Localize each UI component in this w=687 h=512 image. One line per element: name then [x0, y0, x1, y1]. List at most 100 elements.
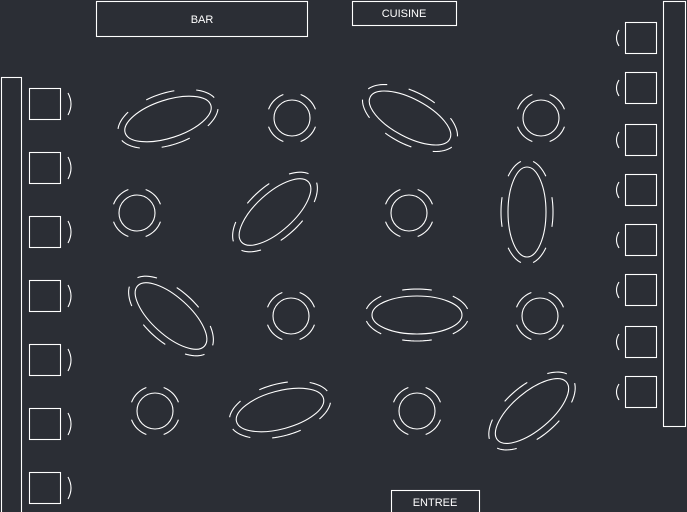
dining-table-14	[229, 381, 331, 439]
chair-arc	[385, 189, 401, 205]
chair-arc	[548, 292, 564, 308]
chair-arc	[384, 132, 412, 148]
chair-arc	[209, 325, 214, 346]
chair-arc	[615, 79, 620, 97]
chair-arc	[113, 189, 129, 205]
chair-arc	[507, 160, 522, 177]
table-top	[521, 297, 559, 335]
table-top	[235, 387, 325, 433]
chair-arc	[67, 476, 72, 500]
chair-arc	[551, 197, 554, 227]
kitchen-label: CUISINE	[382, 8, 427, 20]
chair-arc	[432, 146, 453, 153]
wall-table-left-4	[28, 279, 72, 313]
dining-table-9	[128, 275, 214, 357]
dining-table-10	[267, 292, 315, 340]
chair-arc	[300, 94, 316, 110]
chair-arc	[232, 221, 237, 242]
chair-arc	[549, 126, 565, 142]
kitchen: CUISINE	[351, 0, 458, 27]
table-top	[368, 90, 452, 146]
dining-table-15	[393, 387, 441, 435]
table-top	[136, 392, 174, 430]
chair-arc	[268, 94, 284, 110]
chair-arc	[417, 221, 433, 237]
table-top	[398, 392, 436, 430]
dining-table-2	[268, 94, 316, 142]
chair-arc	[272, 429, 301, 439]
chair-arc	[516, 292, 532, 308]
chair-arc	[571, 383, 576, 403]
right-bench	[662, 0, 687, 428]
chair-arc	[241, 249, 262, 253]
entrance: ENTREE	[390, 489, 481, 512]
chair-arc	[488, 419, 493, 439]
chair-arc	[402, 339, 432, 342]
wall-table-right-1	[615, 21, 658, 55]
table-top	[118, 194, 156, 232]
wall-table-right-6	[615, 273, 658, 307]
chair-arc	[259, 381, 288, 391]
dining-table-13	[131, 387, 179, 435]
bar-counter: BAR	[95, 0, 309, 38]
wall-table-left-2	[28, 151, 72, 185]
wall-table-left-7	[28, 471, 72, 505]
chair-arc	[229, 400, 241, 418]
chair-arc	[67, 348, 72, 372]
chair-arc	[299, 324, 315, 340]
chair-arc	[67, 412, 72, 436]
table-top	[494, 378, 570, 444]
table-top	[522, 99, 560, 137]
wall-table-left-5	[28, 343, 72, 377]
chair-arc	[408, 88, 436, 104]
chair-arc	[145, 189, 161, 205]
chair-arc	[452, 320, 469, 335]
chair-arc	[131, 387, 147, 403]
table-top	[134, 282, 208, 350]
wall-table-left-3	[28, 215, 72, 249]
dining-table-8	[500, 160, 554, 264]
chair-arc	[207, 109, 219, 127]
dining-table-4	[517, 94, 565, 142]
table-top	[273, 99, 311, 137]
chair-arc	[137, 275, 158, 279]
chair-arc	[548, 324, 564, 340]
chair-arc	[67, 156, 72, 180]
dining-table-3	[361, 83, 459, 153]
left-bench	[0, 76, 23, 512]
chair-arc	[425, 419, 441, 435]
chair-arc	[393, 387, 409, 403]
chair-arc	[67, 92, 72, 116]
dining-table-6	[232, 171, 318, 253]
chair-arc	[313, 182, 318, 203]
chair-arc	[176, 287, 200, 308]
chair-arc	[500, 197, 503, 227]
chair-arc	[549, 94, 565, 110]
chair-arc	[280, 220, 304, 241]
wall-table-right-4	[615, 173, 658, 207]
chair-arc	[507, 247, 522, 264]
chair-arc	[417, 189, 433, 205]
wall-table-right-5	[615, 223, 658, 257]
chair-arc	[319, 402, 331, 420]
wall-table-right-3	[615, 123, 658, 157]
chair-arc	[504, 381, 528, 402]
chair-arc	[184, 353, 205, 357]
chair-arc	[299, 292, 315, 308]
chair-arc	[536, 420, 560, 441]
chair-arc	[517, 94, 533, 110]
chair-arc	[393, 419, 409, 435]
chair-arc	[268, 126, 284, 142]
chair-arc	[385, 221, 401, 237]
table-top	[390, 194, 428, 232]
chair-arc	[300, 126, 316, 142]
dining-table-11	[365, 288, 469, 342]
dining-table-5	[113, 189, 161, 237]
chair-arc	[67, 220, 72, 244]
chair-arc	[496, 447, 517, 451]
bar-label: BAR	[191, 14, 214, 26]
wall-table-right-2	[615, 71, 658, 105]
table-top	[238, 178, 312, 246]
chair-arc	[615, 131, 620, 149]
dining-table-1	[117, 89, 219, 149]
